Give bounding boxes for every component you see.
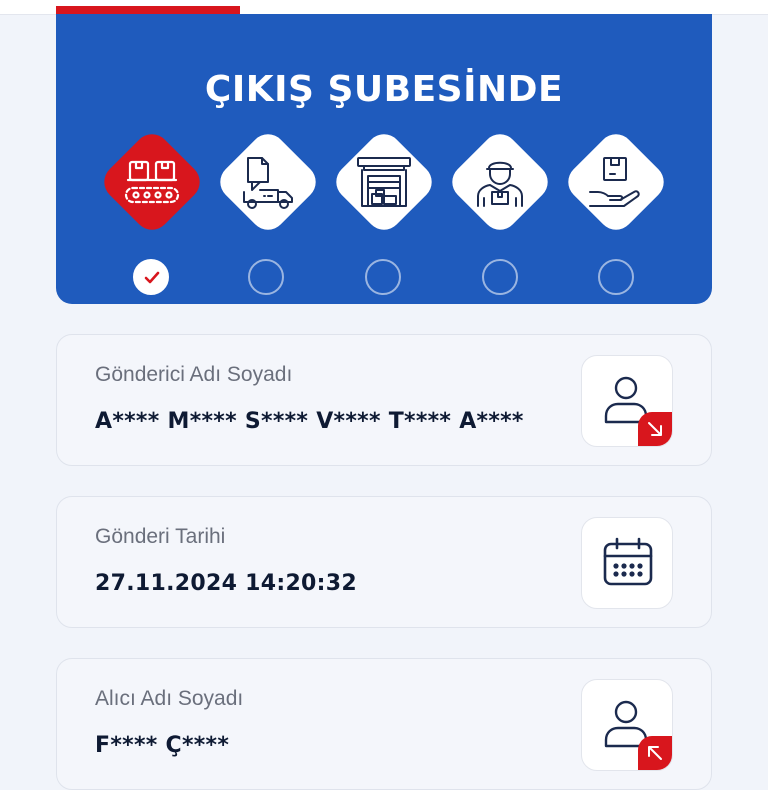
corner-badge xyxy=(638,736,672,770)
calendar-icon-button[interactable] xyxy=(581,517,673,609)
arrow-down-right-icon xyxy=(648,422,662,436)
status-title: ÇIKIŞ ŞUBESİNDE xyxy=(204,69,564,110)
receiver-label: Alıcı Adı Soyadı xyxy=(95,687,244,710)
delivery-truck-icon xyxy=(243,157,293,209)
top-accent-bar xyxy=(56,6,240,14)
shipment-date-card: Gönderi Tarihi 27.11.2024 14:20:32 xyxy=(56,496,712,628)
shipment-date-label: Gönderi Tarihi xyxy=(95,525,226,548)
receiver-icon-button[interactable] xyxy=(581,679,673,771)
hand-package-icon xyxy=(589,157,640,207)
warehouse-icon xyxy=(357,157,411,207)
receiver-value: F**** Ç**** xyxy=(95,733,230,758)
courier-icon xyxy=(477,161,523,207)
sender-value: A**** M**** S**** V**** T**** A**** xyxy=(95,409,524,434)
step-courier xyxy=(444,126,556,238)
step-check-indicator xyxy=(133,259,169,295)
step-conveyor xyxy=(96,126,208,238)
step-indicator xyxy=(248,259,284,295)
step-truck xyxy=(212,126,324,238)
shipment-date-value: 27.11.2024 14:20:32 xyxy=(95,571,357,596)
step-indicator xyxy=(598,259,634,295)
corner-badge xyxy=(638,412,672,446)
arrow-up-left-icon xyxy=(648,746,662,760)
calendar-icon xyxy=(603,537,653,586)
step-indicator xyxy=(365,259,401,295)
receiver-card: Alıcı Adı Soyadı F**** Ç**** xyxy=(56,658,712,790)
shipment-status-card: ÇIKIŞ ŞUBESİNDE xyxy=(56,14,712,304)
conveyor-boxes-icon xyxy=(124,160,180,204)
step-warehouse xyxy=(328,126,440,238)
check-icon xyxy=(144,271,160,284)
sender-icon-button[interactable] xyxy=(581,355,673,447)
step-indicator xyxy=(482,259,518,295)
step-delivered xyxy=(560,126,672,238)
sender-card: Gönderici Adı Soyadı A**** M**** S**** V… xyxy=(56,334,712,466)
sender-label: Gönderici Adı Soyadı xyxy=(95,363,293,386)
